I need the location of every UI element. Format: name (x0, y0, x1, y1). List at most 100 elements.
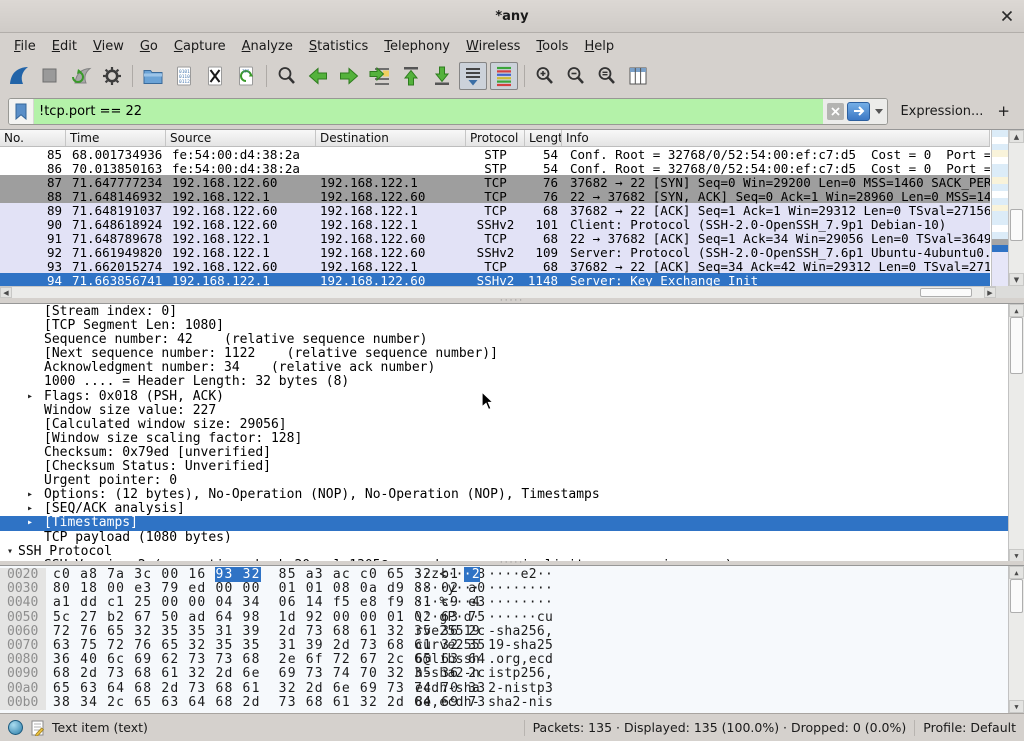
detail-line[interactable]: TCP payload (1080 bytes) (0, 531, 1008, 545)
expand-icon[interactable]: ▸ (27, 390, 33, 404)
hex-row[interactable]: 00505c 27 b2 67 50 ad 64 98 1d 92 00 00 … (0, 611, 1008, 625)
scroll-up-button[interactable]: ▲ (1009, 304, 1024, 317)
detail-scrollbar[interactable]: ▲ ▼ (1008, 304, 1024, 561)
hex-row[interactable]: 003080 18 00 e3 79 ed 00 00 01 01 08 0a … (0, 582, 1008, 596)
packet-row[interactable]: 8871.648146932192.168.122.1192.168.122.6… (0, 189, 990, 203)
column-header-src[interactable]: Source (166, 130, 316, 146)
auto-scroll-button[interactable] (459, 62, 487, 90)
detail-line[interactable]: [Stream index: 0] (0, 305, 1008, 319)
go-last-packet-button[interactable] (428, 62, 456, 90)
packet-row[interactable]: 9371.662015274192.168.122.60192.168.122.… (0, 259, 990, 273)
expand-icon[interactable]: ▸ (27, 559, 33, 561)
packet-row[interactable]: 9471.663856741192.168.122.1192.168.122.6… (0, 273, 990, 287)
filter-history-dropdown[interactable] (875, 109, 883, 114)
packet-row[interactable]: 8971.648191037192.168.122.60192.168.122.… (0, 203, 990, 217)
go-to-packet-button[interactable] (366, 62, 394, 90)
hex-row[interactable]: 00a065 63 64 68 2d 73 68 61 32 2d 6e 69 … (0, 682, 1008, 696)
scroll-track[interactable] (12, 287, 984, 298)
scroll-down-button[interactable]: ▼ (1009, 700, 1024, 713)
find-packet-button[interactable] (273, 62, 301, 90)
scroll-up-button[interactable]: ▲ (1009, 566, 1024, 579)
filter-clear-button[interactable] (827, 103, 844, 120)
close-button[interactable] (1001, 10, 1013, 22)
menu-help[interactable]: Help (576, 36, 622, 57)
zoom-in-button[interactable] (531, 62, 559, 90)
add-filter-button[interactable]: + (995, 102, 1016, 120)
hex-row[interactable]: 009068 2d 73 68 61 32 2d 6e 69 73 74 70 … (0, 667, 1008, 681)
packet-row[interactable]: 9171.648789678192.168.122.1192.168.122.6… (0, 231, 990, 245)
bytes-scrollbar[interactable]: ▲ ▼ (1008, 566, 1024, 713)
capture-options-button[interactable] (98, 62, 126, 90)
detail-line[interactable]: [TCP Segment Len: 1080] (0, 319, 1008, 333)
detail-line[interactable]: ▸SSH Version 2 (encryption:chacha20-poly… (0, 559, 1008, 561)
scroll-right-button[interactable]: ▶ (984, 287, 996, 298)
scroll-thumb[interactable] (1010, 317, 1023, 374)
menu-view[interactable]: View (85, 36, 132, 57)
detail-line[interactable]: ▸Options: (12 bytes), No-Operation (NOP)… (0, 488, 1008, 502)
zoom-reset-button[interactable] (593, 62, 621, 90)
hex-row[interactable]: 007063 75 72 76 65 32 35 35 31 39 2d 73 … (0, 639, 1008, 653)
expand-icon[interactable]: ▸ (27, 502, 33, 516)
scroll-thumb[interactable] (1010, 579, 1023, 613)
detail-line[interactable]: ▾SSH Protocol (0, 545, 1008, 559)
scroll-down-button[interactable]: ▼ (1009, 549, 1024, 561)
go-back-button[interactable] (304, 62, 332, 90)
collapse-icon[interactable]: ▾ (7, 545, 13, 559)
menu-analyze[interactable]: Analyze (234, 36, 301, 57)
menu-file[interactable]: File (6, 36, 44, 57)
close-file-button[interactable] (201, 62, 229, 90)
detail-line[interactable]: ▸[Timestamps] (0, 516, 1008, 530)
expression-button[interactable]: Expression... (896, 104, 987, 119)
column-header-dst[interactable]: Destination (316, 130, 466, 146)
scroll-left-button[interactable]: ◀ (0, 287, 12, 298)
scroll-down-button[interactable]: ▼ (1009, 273, 1024, 286)
menu-edit[interactable]: Edit (44, 36, 85, 57)
packet-row[interactable]: 9271.661949820192.168.122.1192.168.122.6… (0, 245, 990, 259)
detail-line[interactable]: Acknowledgment number: 34 (relative ack … (0, 361, 1008, 375)
open-file-button[interactable] (139, 62, 167, 90)
scroll-thumb[interactable] (1010, 209, 1023, 241)
scroll-thumb[interactable] (920, 288, 972, 297)
column-header-no[interactable]: No. (0, 130, 66, 146)
expand-icon[interactable]: ▸ (27, 516, 33, 530)
detail-line[interactable]: [Checksum Status: Unverified] (0, 460, 1008, 474)
colorize-button[interactable] (490, 62, 518, 90)
detail-line[interactable]: [Calculated window size: 29056] (0, 418, 1008, 432)
column-header-info[interactable]: Info (562, 130, 990, 146)
go-first-packet-button[interactable] (397, 62, 425, 90)
menu-go[interactable]: Go (132, 36, 166, 57)
packet-list-minimap[interactable] (991, 130, 1008, 286)
packet-list-scrollbar[interactable]: ▲ ▼ (1008, 130, 1024, 286)
reload-file-button[interactable]: 101 (232, 62, 260, 90)
hex-row[interactable]: 008036 40 6c 69 62 73 73 68 2e 6f 72 67 … (0, 653, 1008, 667)
detail-line[interactable]: [Window size scaling factor: 128] (0, 432, 1008, 446)
scroll-up-button[interactable]: ▲ (1009, 130, 1024, 143)
hex-row[interactable]: 006072 76 65 32 35 35 31 39 2d 73 68 61 … (0, 625, 1008, 639)
detail-line[interactable]: Checksum: 0x79ed [unverified] (0, 446, 1008, 460)
status-profile[interactable]: Profile: Default (923, 720, 1016, 735)
restart-capture-button[interactable] (67, 62, 95, 90)
packet-row[interactable]: 8771.647777234192.168.122.60192.168.122.… (0, 175, 990, 189)
detail-line[interactable]: Urgent pointer: 0 (0, 474, 1008, 488)
filter-input[interactable]: !tcp.port == 22 (34, 99, 823, 124)
detail-line[interactable]: [Next sequence number: 1122 (relative se… (0, 347, 1008, 361)
menu-statistics[interactable]: Statistics (301, 36, 376, 57)
menu-wireless[interactable]: Wireless (458, 36, 528, 57)
detail-line[interactable]: ▸[SEQ/ACK analysis] (0, 502, 1008, 516)
capture-comment-icon[interactable] (31, 720, 44, 736)
column-header-len[interactable]: Length (525, 130, 562, 146)
hex-dump[interactable]: 0020c0 a8 7a 3c 00 16 93 32 85 a3 ac c0 … (0, 568, 1008, 710)
column-header-time[interactable]: Time (66, 130, 166, 146)
column-header-proto[interactable]: Protocol (466, 130, 525, 146)
detail-line[interactable]: Sequence number: 42 (relative sequence n… (0, 333, 1008, 347)
detail-line[interactable]: 1000 .... = Header Length: 32 bytes (8) (0, 375, 1008, 389)
hex-row[interactable]: 0020c0 a8 7a 3c 00 16 93 32 85 a3 ac c0 … (0, 568, 1008, 582)
menu-capture[interactable]: Capture (166, 36, 234, 57)
packet-list-hscrollbar[interactable]: ◀ ▶ (0, 286, 996, 298)
detail-line[interactable]: Window size value: 227 (0, 404, 1008, 418)
go-forward-button[interactable] (335, 62, 363, 90)
packet-row[interactable]: 8670.013850163fe:54:00:d4:38:2aSTP54Conf… (0, 161, 990, 175)
expand-icon[interactable]: ▸ (27, 488, 33, 502)
title-bar[interactable]: *any (0, 0, 1024, 33)
filter-apply-button[interactable] (847, 102, 870, 121)
